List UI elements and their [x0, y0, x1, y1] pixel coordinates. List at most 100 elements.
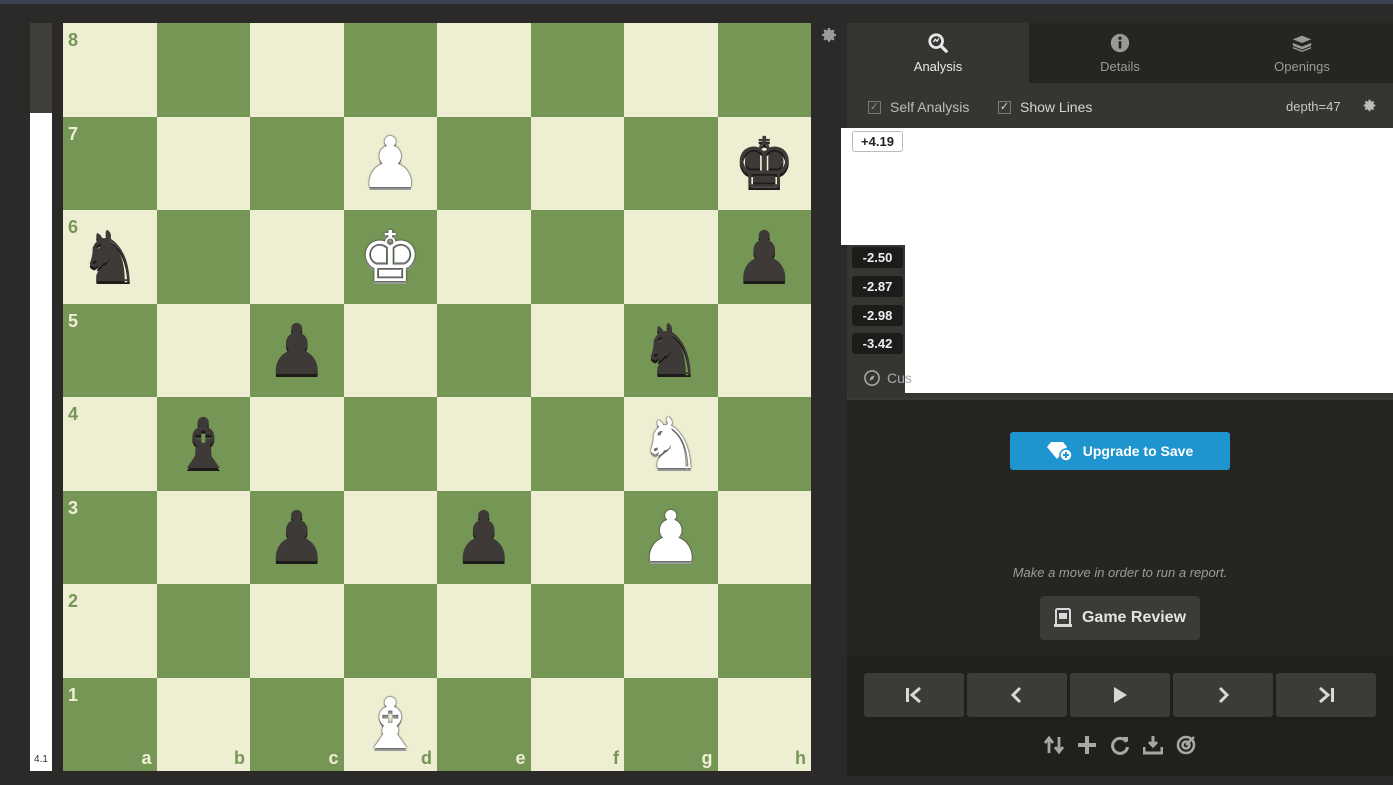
white-king-piece[interactable]: ♚ — [344, 210, 438, 304]
black-pawn-piece[interactable]: ♟ — [437, 491, 531, 585]
square-g5[interactable]: ♞ — [624, 303, 718, 398]
white-pawn-piece[interactable]: ♟ — [624, 491, 718, 585]
square-f6[interactable] — [530, 210, 624, 304]
square-e8[interactable] — [437, 23, 531, 117]
first-move-button[interactable] — [864, 673, 964, 717]
square-d8[interactable] — [343, 23, 437, 117]
square-d1[interactable]: d ♝ — [343, 677, 438, 772]
flip-board-button[interactable] — [1043, 734, 1065, 756]
square-h4[interactable] — [717, 397, 811, 491]
upgrade-to-save-button[interactable]: Upgrade to Save — [1010, 432, 1230, 470]
self-analysis-checkbox[interactable]: ✓ Self Analysis — [868, 99, 969, 115]
square-h7[interactable]: ♚ — [717, 116, 812, 211]
square-f8[interactable] — [530, 23, 624, 117]
square-h2[interactable] — [717, 584, 811, 678]
square-b6[interactable] — [156, 210, 250, 304]
square-f1[interactable]: f — [530, 677, 624, 771]
square-f5[interactable] — [530, 303, 624, 397]
square-g4[interactable]: ♞ — [624, 397, 718, 491]
square-f3[interactable] — [530, 490, 624, 584]
next-move-button[interactable] — [1173, 673, 1273, 717]
tab-analysis[interactable]: Analysis — [847, 23, 1029, 83]
square-b8[interactable] — [156, 23, 250, 117]
square-e6[interactable] — [437, 210, 531, 304]
square-c8[interactable] — [250, 23, 344, 117]
square-h6[interactable]: ♟ — [717, 210, 812, 304]
black-knight-piece[interactable]: ♞ — [624, 304, 718, 398]
square-a5[interactable]: 5 — [63, 303, 157, 397]
engine-line-score[interactable]: +4.19 — [852, 131, 903, 152]
square-c6[interactable] — [250, 210, 344, 304]
square-c7[interactable] — [250, 116, 344, 210]
square-d3[interactable] — [343, 490, 437, 584]
board-settings-gear-icon[interactable] — [820, 26, 838, 44]
square-c5[interactable]: ♟ — [250, 303, 344, 398]
square-a1[interactable]: 1a — [63, 677, 157, 771]
square-g1[interactable]: g — [624, 677, 718, 771]
square-c4[interactable] — [250, 397, 344, 491]
square-e7[interactable] — [437, 116, 531, 210]
tab-openings[interactable]: Openings — [1211, 23, 1393, 83]
square-e4[interactable] — [437, 397, 531, 491]
engine-line-score[interactable]: -2.87 — [852, 276, 903, 297]
square-g6[interactable] — [624, 210, 718, 304]
engine-line-score[interactable]: -3.42 — [852, 333, 903, 354]
chess-board[interactable]: 8 7 ♟ ♚ 6 ♞ ♚ ♟ 5 ♟ ♞ 4 ♝ ♞ 3 ♟ ♟ ♟ 2 1 a b c d ♝ e f g h — [63, 23, 811, 771]
square-f4[interactable] — [530, 397, 624, 491]
square-b3[interactable] — [156, 490, 250, 584]
square-f2[interactable] — [530, 584, 624, 678]
square-b5[interactable] — [156, 303, 250, 397]
square-c3[interactable]: ♟ — [250, 490, 344, 585]
black-king-piece[interactable]: ♚ — [718, 117, 812, 211]
square-h5[interactable] — [717, 303, 811, 397]
previous-move-button[interactable] — [967, 673, 1067, 717]
add-button[interactable] — [1076, 734, 1098, 756]
square-a6[interactable]: 6 ♞ — [63, 210, 157, 304]
square-h1[interactable]: h — [717, 677, 811, 771]
square-e3[interactable]: ♟ — [437, 490, 531, 585]
reset-button[interactable] — [1109, 734, 1131, 756]
white-knight-piece[interactable]: ♞ — [624, 397, 718, 491]
square-d2[interactable] — [343, 584, 437, 678]
square-d7[interactable]: ♟ — [343, 116, 438, 211]
show-lines-checkbox[interactable]: ✓ Show Lines — [998, 99, 1092, 115]
square-e1[interactable]: e — [437, 677, 531, 771]
black-bishop-piece[interactable]: ♝ — [157, 397, 251, 491]
square-a7[interactable]: 7 — [63, 116, 157, 210]
square-g7[interactable] — [624, 116, 718, 210]
square-b1[interactable]: b — [156, 677, 250, 771]
square-a3[interactable]: 3 — [63, 490, 157, 584]
square-h8[interactable] — [717, 23, 811, 117]
white-pawn-piece[interactable]: ♟ — [344, 117, 438, 211]
square-d4[interactable] — [343, 397, 437, 491]
square-e2[interactable] — [437, 584, 531, 678]
square-c2[interactable] — [250, 584, 344, 678]
engine-settings-gear-icon[interactable] — [1362, 98, 1377, 113]
square-b2[interactable] — [156, 584, 250, 678]
square-e5[interactable] — [437, 303, 531, 397]
black-pawn-piece[interactable]: ♟ — [718, 210, 812, 304]
square-c1[interactable]: c — [250, 677, 344, 771]
square-a4[interactable]: 4 — [63, 397, 157, 491]
custom-line-button[interactable]: Cus — [863, 369, 912, 387]
engine-line-score[interactable]: -2.98 — [852, 305, 903, 326]
black-pawn-piece[interactable]: ♟ — [250, 304, 344, 398]
game-review-button[interactable]: Game Review — [1040, 596, 1200, 640]
square-g8[interactable] — [624, 23, 718, 117]
engine-line-score[interactable]: -2.50 — [852, 247, 903, 268]
white-bishop-piece[interactable]: ♝ — [344, 678, 438, 772]
black-knight-piece[interactable]: ♞ — [63, 210, 157, 304]
black-pawn-piece[interactable]: ♟ — [250, 491, 344, 585]
square-h3[interactable] — [717, 490, 811, 584]
play-button[interactable] — [1070, 673, 1170, 717]
square-a2[interactable]: 2 — [63, 584, 157, 678]
square-b7[interactable] — [156, 116, 250, 210]
square-d6[interactable]: ♚ — [343, 210, 438, 304]
square-b4[interactable]: ♝ — [156, 397, 251, 491]
download-button[interactable] — [1142, 734, 1164, 756]
target-button[interactable] — [1175, 734, 1197, 756]
tab-details[interactable]: Details — [1029, 23, 1211, 83]
square-g3[interactable]: ♟ — [624, 490, 718, 585]
square-f7[interactable] — [530, 116, 624, 210]
last-move-button[interactable] — [1276, 673, 1376, 717]
